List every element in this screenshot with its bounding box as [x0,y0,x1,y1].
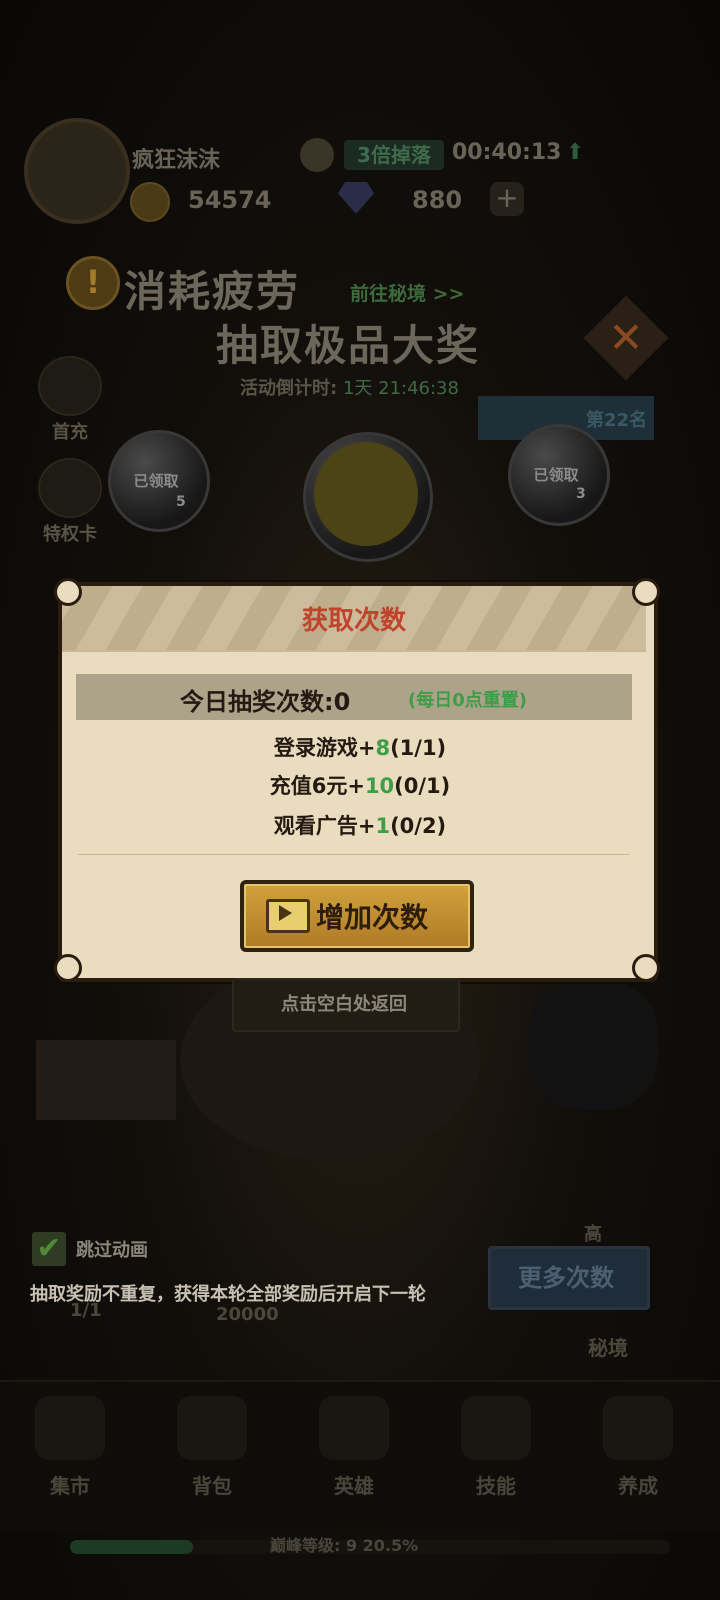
arrow-up-icon: ⬆ [566,140,585,165]
prize-weapon-icon [314,442,418,546]
add-attempts-label: 增加次数 [316,901,429,934]
banner-title-line2: 抽取极品大奖 [216,321,481,370]
drop-badge: 3倍掉落 [344,140,444,170]
bonus-timer: 00:40:13 [452,140,562,165]
banner-title-line1: 消耗疲劳 [124,267,301,316]
peak-level-fill [70,1540,193,1554]
tab-skills[interactable]: 技能 [436,1396,556,1499]
corner-ornament [54,954,82,982]
side-item-privilege-card[interactable]: 特权卡 [36,458,104,546]
diamond-grid-icon [603,1396,673,1460]
side-item-label: 特权卡 [43,524,97,545]
attempt-source-row: 观看广告+1(0/2) [0,810,720,840]
tab-cultivate[interactable]: 养成 [578,1396,698,1499]
claimed-label: 已领取 [533,466,579,484]
claimed-label: 已领取 [133,472,179,490]
row-value: 10 [364,774,395,798]
secret-label: 秘境 [588,1336,628,1360]
helmet-icon [319,1396,389,1460]
attempt-source-row: 登录游戏+8(1/1) [0,732,720,762]
side-item-first-charge[interactable]: 首充 [36,356,104,444]
countdown-label: 活动倒计时: [240,378,338,399]
row-value: 8 [375,736,391,760]
card-icon [38,458,102,518]
row-value: 1 [375,814,391,838]
rank-text: 第22名 [586,410,648,431]
claimed-count: 5 [176,494,186,510]
dialog-title: 获取次数 [301,606,406,636]
side-item-label: 首充 [52,422,88,443]
divider [78,854,630,855]
today-count-bar [76,674,632,720]
row-prefix: 充值6元+ [269,774,365,798]
gem-count: 880 [412,186,463,214]
corner-ornament [632,954,660,982]
event-countdown: 活动倒计时: 1天 21:46:38 [240,374,459,400]
coin-icon [130,182,170,222]
row-progress: (0/2) [390,814,447,838]
claimed-count: 3 [576,486,586,502]
tab-hero[interactable]: 英雄 [294,1396,414,1499]
more-attempts-label: 更多次数 [518,1264,614,1292]
tab-label: 养成 [618,1474,658,1498]
tab-backpack[interactable]: 背包 [152,1396,272,1499]
row-prefix: 观看广告+ [273,814,376,838]
player-name: 疯狂沫沫 [132,148,221,173]
row-progress: (1/1) [390,736,447,760]
draw-progress: 1/1 [70,1300,102,1321]
close-icon[interactable]: ✕ [606,317,646,359]
attempt-source-row: 充值6元+10(0/1) [0,770,720,800]
tab-market[interactable]: 集市 [10,1396,130,1499]
drop-bonus-icon [300,138,334,172]
tab-label: 技能 [476,1474,516,1498]
backpack-icon [177,1396,247,1460]
scale-icon [35,1396,105,1460]
warning-icon: ! [66,256,120,310]
coin-count: 54574 [188,186,272,214]
flame-icon [461,1396,531,1460]
witch-cat [528,980,658,1110]
goto-secret-link[interactable]: 前往秘境 >> [350,279,464,306]
gift-icon [38,356,102,416]
high-label: 高 [584,1224,602,1245]
score-value: 20000 [216,1304,279,1325]
skip-animation-label: 跳过动画 [76,1240,148,1261]
countdown-value: 1天 21:46:38 [342,378,459,399]
tab-label: 集市 [50,1474,90,1498]
add-gems-button[interactable]: + [490,182,524,216]
tab-label: 英雄 [334,1474,374,1498]
books-candle [36,1040,176,1120]
row-progress: (0/1) [394,774,451,798]
peak-level-text: 巅峰等级: 9 20.5% [270,1536,419,1555]
back-hint[interactable]: 点击空白处返回 [232,990,456,1016]
reset-note: (每日0点重置) [408,690,527,711]
play-icon [279,905,292,921]
row-prefix: 登录游戏+ [273,736,376,760]
avatar[interactable] [24,118,130,224]
tab-label: 背包 [192,1474,232,1498]
skip-animation-checkbox[interactable]: ✔ [32,1232,66,1266]
today-count-label: 今日抽奖次数:0 [180,688,351,716]
